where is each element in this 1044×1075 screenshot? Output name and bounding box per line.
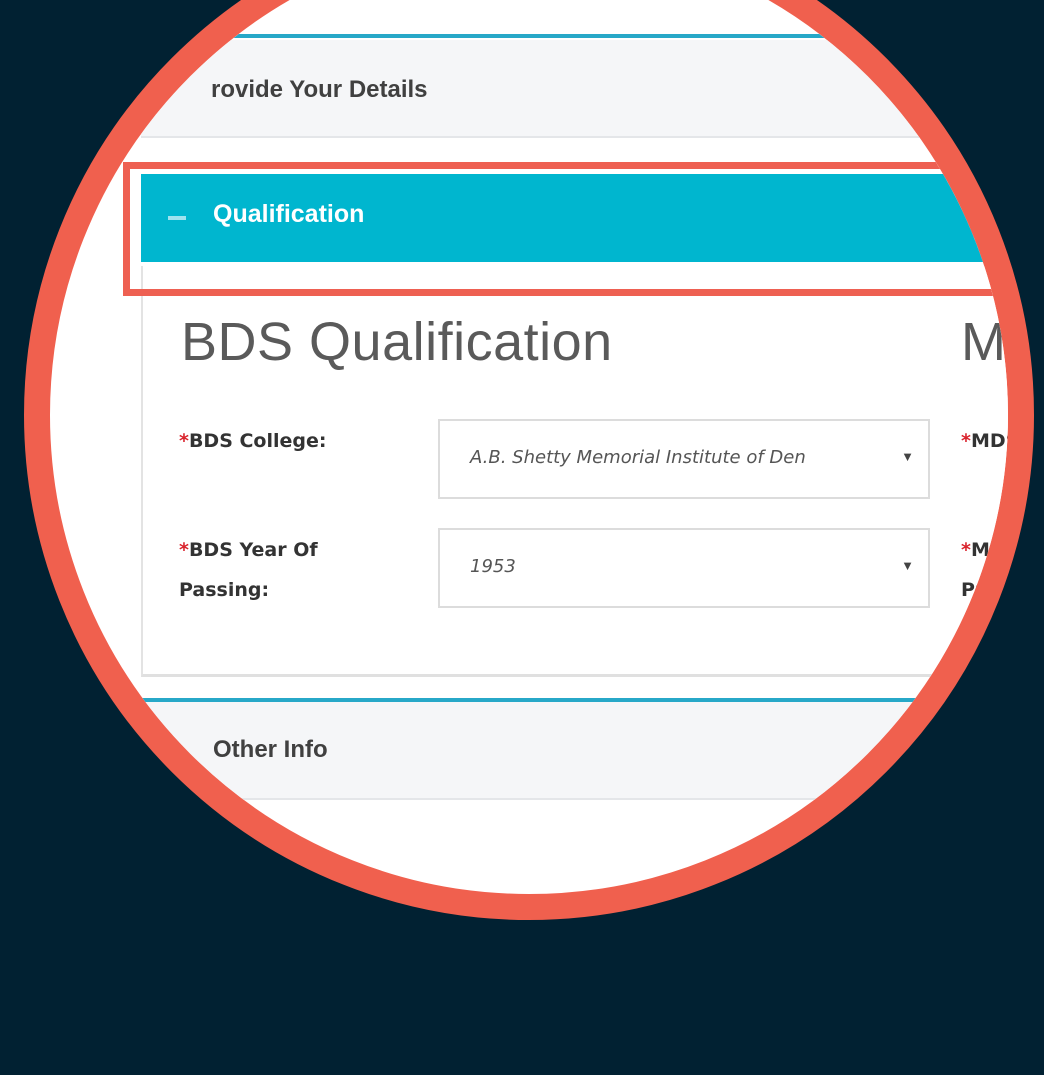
highlight-box [123,162,1008,296]
caret-down-icon: ▼ [901,449,914,464]
mds-year-label-line2: Passi [961,579,1017,601]
required-marker: * [961,430,971,452]
bds-year-label-line1: BDS Year Of [188,539,318,561]
mds-year-label: *MDS Passi [961,530,1020,610]
bds-year-label: *BDS Year Of Passing: [179,530,318,610]
mds-year-label-line1: MDS [970,539,1020,561]
bds-college-value: A.B. Shetty Memorial Institute of Den [470,447,806,468]
bds-section-title: BDS Qualification [181,312,613,372]
required-marker: * [179,430,189,452]
accordion-provide-details-title: rovide Your Details [211,76,428,103]
stage: rovide Your Details Qualification BDS Qu… [0,0,1044,1075]
bds-year-label-line2: Passing: [179,579,270,601]
mds-college-label-text: MDS C [970,430,1034,452]
qualification-panel-body: BDS Qualification MD *BDS College: A.B. … [141,266,1034,677]
required-marker: * [179,539,189,561]
magnifier-circle: rovide Your Details Qualification BDS Qu… [24,0,1034,920]
zoomed-form: rovide Your Details Qualification BDS Qu… [50,26,1034,894]
caret-down-icon: ▼ [901,558,914,573]
accordion-other-info[interactable]: + Other Info [141,702,1008,800]
required-marker: * [961,539,971,561]
bds-year-select[interactable]: 1953 ▼ [438,528,930,608]
bds-college-select[interactable]: A.B. Shetty Memorial Institute of Den ▼ [438,419,930,499]
accordion-provide-details[interactable]: rovide Your Details [141,40,1008,138]
bds-college-label-text: BDS College: [188,430,327,452]
bds-year-value: 1953 [470,556,516,577]
mds-section-title: MD [961,312,1008,372]
mds-college-label: *MDS C [961,421,1034,461]
bds-college-label: *BDS College: [179,421,326,461]
accordion-other-info-title: Other Info [213,736,328,763]
plus-icon: + [171,734,184,759]
panel-top-border [136,34,996,38]
